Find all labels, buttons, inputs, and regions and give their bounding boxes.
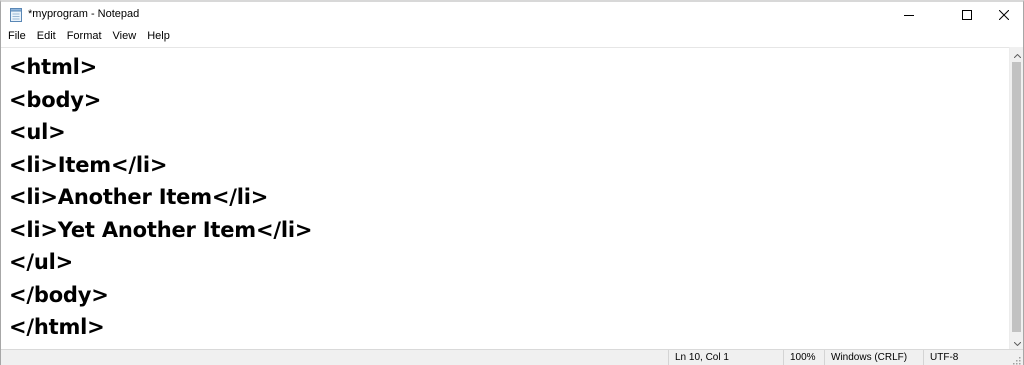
editor-line: <li>Item</li> (9, 152, 168, 177)
editor-line: <li>Yet Another Item</li> (9, 217, 313, 242)
title-bar[interactable]: *myprogram - Notepad (1, 2, 1023, 28)
editor-line: </body> (9, 282, 109, 307)
menu-edit[interactable]: Edit (31, 28, 61, 47)
zoom-level: 100% (783, 350, 824, 365)
line-ending: Windows (CRLF) (824, 350, 923, 365)
minimize-icon (904, 10, 914, 20)
encoding: UTF-8 (923, 350, 1009, 365)
status-bar: Ln 10, Col 1 100% Windows (CRLF) UTF-8 (1, 349, 1023, 365)
text-editor[interactable]: <html> <body> <ul> <li>Item</li> <li>Ano… (1, 47, 1009, 350)
menu-help[interactable]: Help (141, 28, 175, 47)
editor-line: <li>Another Item</li> (9, 185, 269, 209)
scroll-thumb[interactable] (1012, 62, 1021, 332)
resize-grip-icon[interactable] (1011, 355, 1021, 365)
close-button[interactable] (981, 2, 1024, 28)
window-title: *myprogram - Notepad (28, 8, 140, 20)
notepad-icon (10, 8, 22, 22)
maximize-icon (962, 10, 972, 20)
scroll-up-button[interactable] (1010, 47, 1024, 61)
editor-line: <body> (9, 87, 102, 112)
vertical-scrollbar[interactable] (1009, 47, 1023, 349)
editor-line: </ul> (9, 250, 74, 274)
cursor-position: Ln 10, Col 1 (668, 350, 783, 365)
editor-lines: <html> <body> <ul> <li>Item</li> <li>Ano… (9, 51, 312, 344)
menu-format[interactable]: Format (61, 28, 107, 47)
minimize-button[interactable] (886, 2, 932, 28)
editor-line: <ul> (9, 120, 66, 144)
scroll-down-button[interactable] (1010, 335, 1024, 349)
close-icon (999, 10, 1009, 20)
editor-line: </html> (9, 315, 105, 339)
notepad-window: *myprogram - Notepad File Edit Format Vi… (0, 0, 1024, 365)
menu-bar: File Edit Format View Help (1, 28, 1023, 47)
menu-view[interactable]: View (107, 28, 142, 47)
menu-file[interactable]: File (1, 28, 31, 47)
chevron-up-icon (1013, 45, 1021, 63)
editor-line: <html> (9, 55, 98, 79)
